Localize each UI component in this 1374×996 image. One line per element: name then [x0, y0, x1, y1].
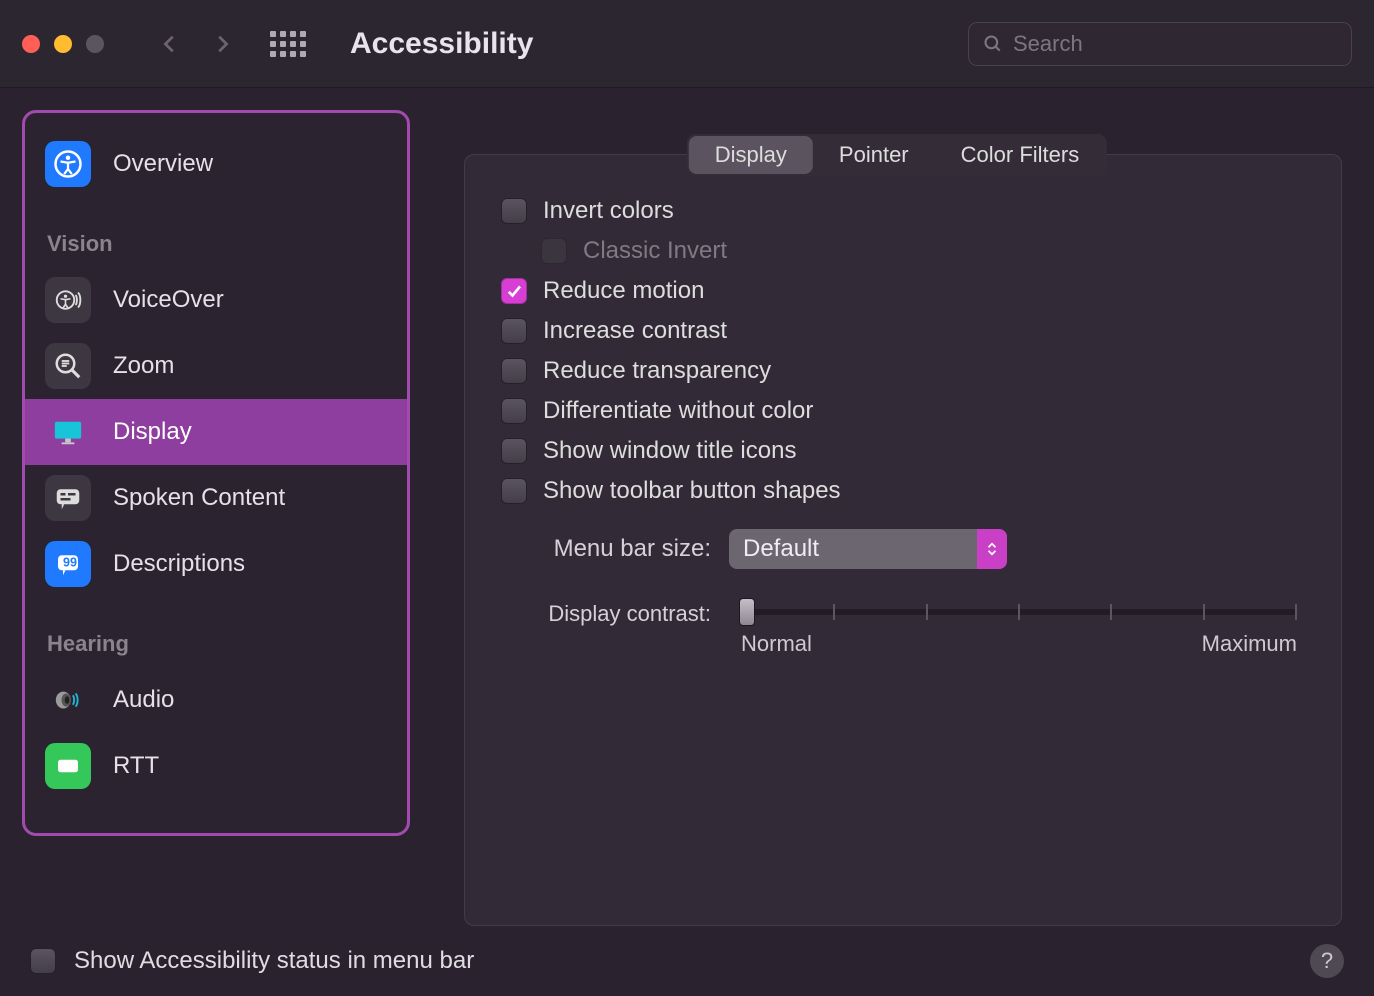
sidebar-item-descriptions[interactable]: 99 Descriptions: [25, 531, 407, 597]
display-contrast-slider[interactable]: [741, 609, 1297, 615]
slider-range-labels: Normal Maximum: [741, 631, 1297, 657]
select-stepper-icon: [977, 529, 1007, 569]
checkbox-invert-colors[interactable]: [501, 198, 527, 224]
sidebar-section-vision: Vision: [25, 231, 407, 257]
rtt-icon: [45, 743, 91, 789]
sidebar-item-rtt[interactable]: RTT: [25, 733, 407, 799]
checkbox-row-toolbar-shapes: Show toolbar button shapes: [501, 477, 1305, 505]
slider-min-label: Normal: [741, 631, 812, 657]
tab-color-filters[interactable]: Color Filters: [935, 136, 1106, 174]
search-placeholder: Search: [1013, 31, 1083, 57]
search-icon: [983, 34, 1003, 54]
display-panel: Invert colors Classic Invert Reduce moti…: [464, 154, 1342, 926]
sidebar-item-label: Overview: [113, 150, 213, 178]
display-contrast-label: Display contrast:: [501, 601, 711, 627]
checkbox-row-classic-invert: Classic Invert: [541, 237, 1305, 265]
spoken-content-icon: [45, 475, 91, 521]
show-all-preferences-button[interactable]: [270, 31, 306, 57]
zoom-icon: [45, 343, 91, 389]
checkbox-label: Differentiate without color: [543, 397, 813, 425]
window-title: Accessibility: [350, 27, 533, 61]
checkbox-row-reduce-transparency: Reduce transparency: [501, 357, 1305, 385]
help-button[interactable]: ?: [1310, 944, 1344, 978]
display-contrast-row: Display contrast: Normal Maximum: [501, 599, 1305, 657]
checkbox-row-title-icons: Show window title icons: [501, 437, 1305, 465]
checkbox-reduce-transparency[interactable]: [501, 358, 527, 384]
menu-bar-size-select[interactable]: Default: [729, 529, 1007, 569]
sidebar-item-voiceover[interactable]: VoiceOver: [25, 267, 407, 333]
sidebar-item-label: RTT: [113, 752, 159, 780]
sidebar-item-spoken-content[interactable]: Spoken Content: [25, 465, 407, 531]
display-icon: [45, 409, 91, 455]
content-area: Display Pointer Color Filters Invert col…: [442, 110, 1352, 926]
checkbox-label: Show toolbar button shapes: [543, 477, 841, 505]
sidebar-item-zoom[interactable]: Zoom: [25, 333, 407, 399]
tab-display[interactable]: Display: [689, 136, 813, 174]
checkbox-row-differentiate-color: Differentiate without color: [501, 397, 1305, 425]
accessibility-icon: [45, 141, 91, 187]
descriptions-icon: 99: [45, 541, 91, 587]
sidebar-item-overview[interactable]: Overview: [25, 131, 407, 197]
checkbox-label: Reduce motion: [543, 277, 704, 305]
slider-max-label: Maximum: [1202, 631, 1297, 657]
checkbox-label: Show window title icons: [543, 437, 796, 465]
select-value: Default: [729, 535, 977, 563]
sidebar-section-hearing: Hearing: [25, 631, 407, 657]
close-window-button[interactable]: [22, 35, 40, 53]
checkbox-row-invert-colors: Invert colors: [501, 197, 1305, 225]
sidebar-item-audio[interactable]: Audio: [25, 667, 407, 733]
audio-icon: [45, 677, 91, 723]
footer-checkbox-label: Show Accessibility status in menu bar: [74, 947, 474, 975]
nav-buttons: [158, 32, 234, 56]
sidebar-item-label: Descriptions: [113, 550, 245, 578]
titlebar: Accessibility Search: [0, 0, 1374, 88]
voiceover-icon: [45, 277, 91, 323]
sidebar: Overview Vision VoiceOver Zoom: [22, 110, 410, 836]
sidebar-item-label: Audio: [113, 686, 174, 714]
window-controls: [22, 35, 104, 53]
zoom-window-button[interactable]: [86, 35, 104, 53]
checkbox-row-increase-contrast: Increase contrast: [501, 317, 1305, 345]
checkbox-reduce-motion[interactable]: [501, 278, 527, 304]
checkbox-increase-contrast[interactable]: [501, 318, 527, 344]
checkbox-toolbar-shapes[interactable]: [501, 478, 527, 504]
footer: Show Accessibility status in menu bar ?: [0, 926, 1374, 996]
sidebar-item-display[interactable]: Display: [25, 399, 407, 465]
slider-ticks: [741, 604, 1297, 620]
sidebar-item-label: VoiceOver: [113, 286, 224, 314]
checkbox-label: Classic Invert: [583, 237, 727, 265]
checkbox-row-reduce-motion: Reduce motion: [501, 277, 1305, 305]
minimize-window-button[interactable]: [54, 35, 72, 53]
main-area: Overview Vision VoiceOver Zoom: [0, 88, 1374, 926]
back-button[interactable]: [158, 32, 182, 56]
sidebar-item-label: Zoom: [113, 352, 174, 380]
menu-bar-size-label: Menu bar size:: [501, 535, 711, 563]
checkbox-show-accessibility-status[interactable]: [30, 948, 56, 974]
menu-bar-size-row: Menu bar size: Default: [501, 529, 1305, 569]
search-input[interactable]: Search: [968, 22, 1352, 66]
checkbox-title-icons[interactable]: [501, 438, 527, 464]
slider-thumb[interactable]: [739, 598, 755, 626]
sidebar-item-label: Display: [113, 418, 192, 446]
sidebar-item-label: Spoken Content: [113, 484, 285, 512]
tab-pointer[interactable]: Pointer: [813, 136, 935, 174]
checkbox-label: Invert colors: [543, 197, 674, 225]
display-tabs: Display Pointer Color Filters: [687, 134, 1107, 176]
forward-button[interactable]: [210, 32, 234, 56]
checkbox-differentiate-color[interactable]: [501, 398, 527, 424]
checkbox-label: Increase contrast: [543, 317, 727, 345]
checkbox-label: Reduce transparency: [543, 357, 771, 385]
svg-text:99: 99: [63, 556, 77, 570]
checkbox-classic-invert: [541, 238, 567, 264]
